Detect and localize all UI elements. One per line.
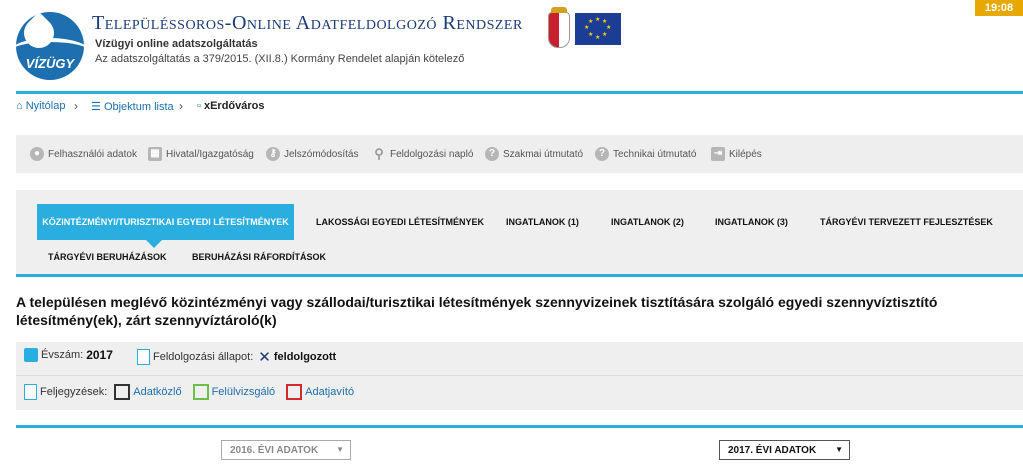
vizugy-logo: VÍZÜGY [16, 12, 84, 80]
header-divider [16, 91, 1023, 94]
note-reviewer[interactable]: Felülvizsgáló [212, 386, 276, 398]
hungary-crest-icon [548, 7, 570, 48]
edit-icon [286, 384, 303, 400]
help-icon: ? [485, 147, 499, 161]
tab-properties-2[interactable]: Ingatlanok (2) [611, 217, 684, 227]
key-icon: ⚷ [266, 147, 280, 161]
tab-investments[interactable]: Tárgyévi beruházások [48, 252, 167, 262]
user-icon: ● [30, 147, 44, 161]
toolbar-technical-guide[interactable]: ? Technikai útmutató [595, 147, 696, 161]
toolbar-password[interactable]: ⚷ Jelszómódosítás [266, 147, 358, 161]
toolbar-logout[interactable]: ⇥ Kilépés [711, 147, 762, 161]
home-icon: ⌂ [16, 100, 23, 112]
tab-investment-costs[interactable]: Beruházási ráfordítások [192, 252, 326, 262]
eu-flag-icon: ★ ★ ★ ★ ★ ★ ★ ★ [575, 13, 621, 45]
breadcrumb-separator: › [179, 99, 183, 113]
toolbar-office[interactable]: ▦ Hivatal/Igazgatóság [148, 147, 254, 161]
edit-icon [114, 384, 131, 400]
active-tab-arrow [146, 240, 162, 248]
help-icon: ? [595, 147, 609, 161]
tab-residential-facilities[interactable]: Lakossági egyedi létesítmények [316, 217, 484, 227]
toolbar-user-data[interactable]: ● Felhasználói adatok [30, 147, 137, 161]
year-field: Évszám: 2017 [24, 348, 113, 362]
edit-icon [192, 384, 209, 400]
toolbar-professional-guide[interactable]: ? Szakmai útmutató [485, 147, 583, 161]
caret-down-icon: ▼ [336, 445, 344, 454]
calendar-icon [24, 348, 38, 362]
year-select-2017[interactable]: 2017. ÉVI ADATOK ▼ [719, 440, 850, 460]
app-description: Az adatszolgáltatás a 379/2015. (XII.8.)… [95, 53, 465, 65]
toolbar-processing-log[interactable]: ⚲ Feldolgozási napló [372, 147, 473, 161]
object-icon: ▫ [197, 100, 201, 112]
tab-properties-1[interactable]: Ingatlanok (1) [506, 217, 579, 227]
breadcrumb-separator: › [74, 99, 78, 113]
tab-planned-developments[interactable]: Tárgyévi tervezett fejlesztések [820, 217, 993, 227]
search-icon: ⚲ [374, 146, 384, 161]
tab-public-facilities[interactable]: Közintézményi/turisztikai egyedi létesít… [37, 204, 294, 240]
page-title: A településen meglévő közintézményi vagy… [16, 294, 938, 328]
app-title: Településsoros-Online Adatfeldolgozó Ren… [92, 12, 523, 34]
breadcrumb-current: ▫ xErdőváros [197, 100, 265, 112]
panel-divider [16, 425, 1023, 428]
caret-down-icon: ▼ [835, 445, 843, 454]
breadcrumb-list[interactable]: ☰ Objektum lista [91, 100, 174, 113]
breadcrumb-home[interactable]: ⌂ Nyitólap [16, 100, 65, 112]
app-subtitle: Vízügyi online adatszolgáltatás [95, 38, 258, 50]
note-data-provider[interactable]: Adatközlő [133, 386, 181, 398]
tools-icon: ✕ [258, 349, 271, 366]
building-icon: ▦ [148, 147, 162, 161]
clock-badge: 19:08 [975, 0, 1023, 16]
year-select-2016[interactable]: 2016. ÉVI ADATOK ▼ [221, 440, 351, 460]
tab-properties-3[interactable]: Ingatlanok (3) [715, 217, 788, 227]
tab-divider [16, 274, 1023, 277]
logo-text: VÍZÜGY [25, 56, 75, 71]
list-icon: ☰ [91, 101, 101, 113]
document-icon [137, 349, 150, 365]
logout-icon: ⇥ [711, 147, 725, 161]
status-field: Feldolgozási állapot: ✕ feldolgozott [137, 348, 336, 366]
notes-icon [24, 384, 37, 400]
note-corrector[interactable]: Adatjavító [305, 386, 354, 398]
notes-field: Feljegyzések: Adatközlő Felülvizsgáló Ad… [24, 384, 354, 400]
